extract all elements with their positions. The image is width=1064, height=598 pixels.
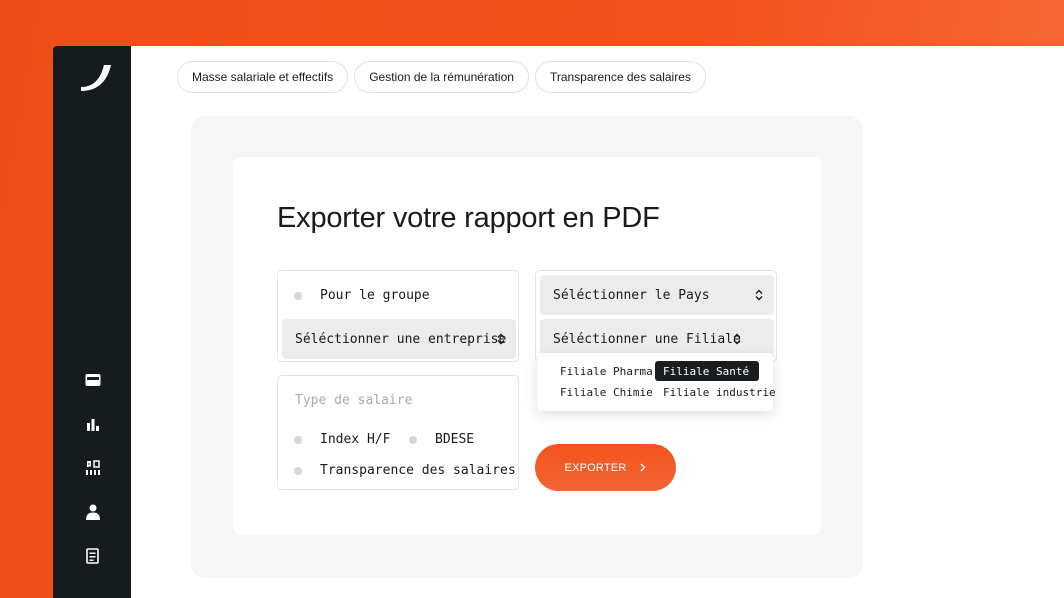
company-select[interactable]: Séléctionner une entreprise xyxy=(282,319,516,359)
updown-chevron-icon xyxy=(733,333,741,345)
dropdown-option[interactable]: Filiale Chimie xyxy=(552,382,661,402)
company-select-label: Séléctionner une entreprise xyxy=(295,331,507,347)
bar-chart-icon[interactable] xyxy=(84,415,102,433)
brand-logo[interactable] xyxy=(78,61,112,91)
group-radio[interactable]: Pour le groupe xyxy=(294,288,430,303)
sidebar xyxy=(53,46,131,598)
radio-dot xyxy=(294,435,302,444)
tab-gestion-remuneration[interactable]: Gestion de la rémunération xyxy=(354,61,529,93)
salary-type-placeholder: Type de salaire xyxy=(295,393,413,408)
chevron-right-icon xyxy=(640,463,646,472)
main-content: Masse salariale et effectifs Gestion de … xyxy=(131,46,1064,598)
updown-chevron-icon xyxy=(755,289,763,301)
updown-chevron-icon xyxy=(497,333,505,345)
subsidiary-select-label: Séléctionner une Filiale xyxy=(553,331,741,347)
export-card: Exporter votre rapport en PDF Pour le gr… xyxy=(233,157,821,535)
group-radio-label: Pour le groupe xyxy=(320,288,430,303)
transparence-label: Transparence des salaires xyxy=(320,463,516,478)
radio-dot xyxy=(294,291,302,300)
scope-box: Pour le groupe Séléctionner une entrepri… xyxy=(277,270,519,362)
export-button-label: EXPORTER xyxy=(564,461,627,474)
export-button[interactable]: EXPORTER xyxy=(535,444,676,491)
radio-dot xyxy=(294,466,302,475)
dropdown-option-selected[interactable]: Filiale Santé xyxy=(655,361,759,381)
bdese-radio[interactable]: BDESE xyxy=(409,432,474,447)
subsidiary-dropdown: Filiale Pharma Filiale Santé Filiale Chi… xyxy=(537,353,776,411)
export-panel: Exporter votre rapport en PDF Pour le gr… xyxy=(191,116,863,578)
country-select-label: Séléctionner le Pays xyxy=(553,287,710,303)
grid-icon[interactable] xyxy=(84,459,102,477)
user-icon[interactable] xyxy=(84,503,102,521)
transparence-radio[interactable]: Transparence des salaires xyxy=(294,463,516,478)
index-hf-label: Index H/F xyxy=(320,432,391,447)
bdese-label: BDESE xyxy=(435,432,475,447)
radio-dot xyxy=(409,435,417,444)
location-box: Séléctionner le Pays Séléctionner une Fi… xyxy=(535,270,777,362)
dropdown-option[interactable]: Filiale Pharma xyxy=(552,361,661,381)
salary-type-box: Type de salaire Index H/F BDESE Transpar… xyxy=(277,375,519,490)
index-hf-radio[interactable]: Index H/F xyxy=(294,432,390,447)
document-icon[interactable] xyxy=(84,547,102,565)
country-select[interactable]: Séléctionner le Pays xyxy=(540,275,774,315)
tab-transparence-salaires[interactable]: Transparence des salaires xyxy=(534,61,706,93)
wallet-icon[interactable] xyxy=(84,371,102,389)
tab-masse-salariale[interactable]: Masse salariale et effectifs xyxy=(177,61,349,93)
tab-bar: Masse salariale et effectifs Gestion de … xyxy=(177,61,706,93)
dropdown-option[interactable]: Filiale industrie xyxy=(655,382,784,402)
page-title: Exporter votre rapport en PDF xyxy=(277,202,660,234)
